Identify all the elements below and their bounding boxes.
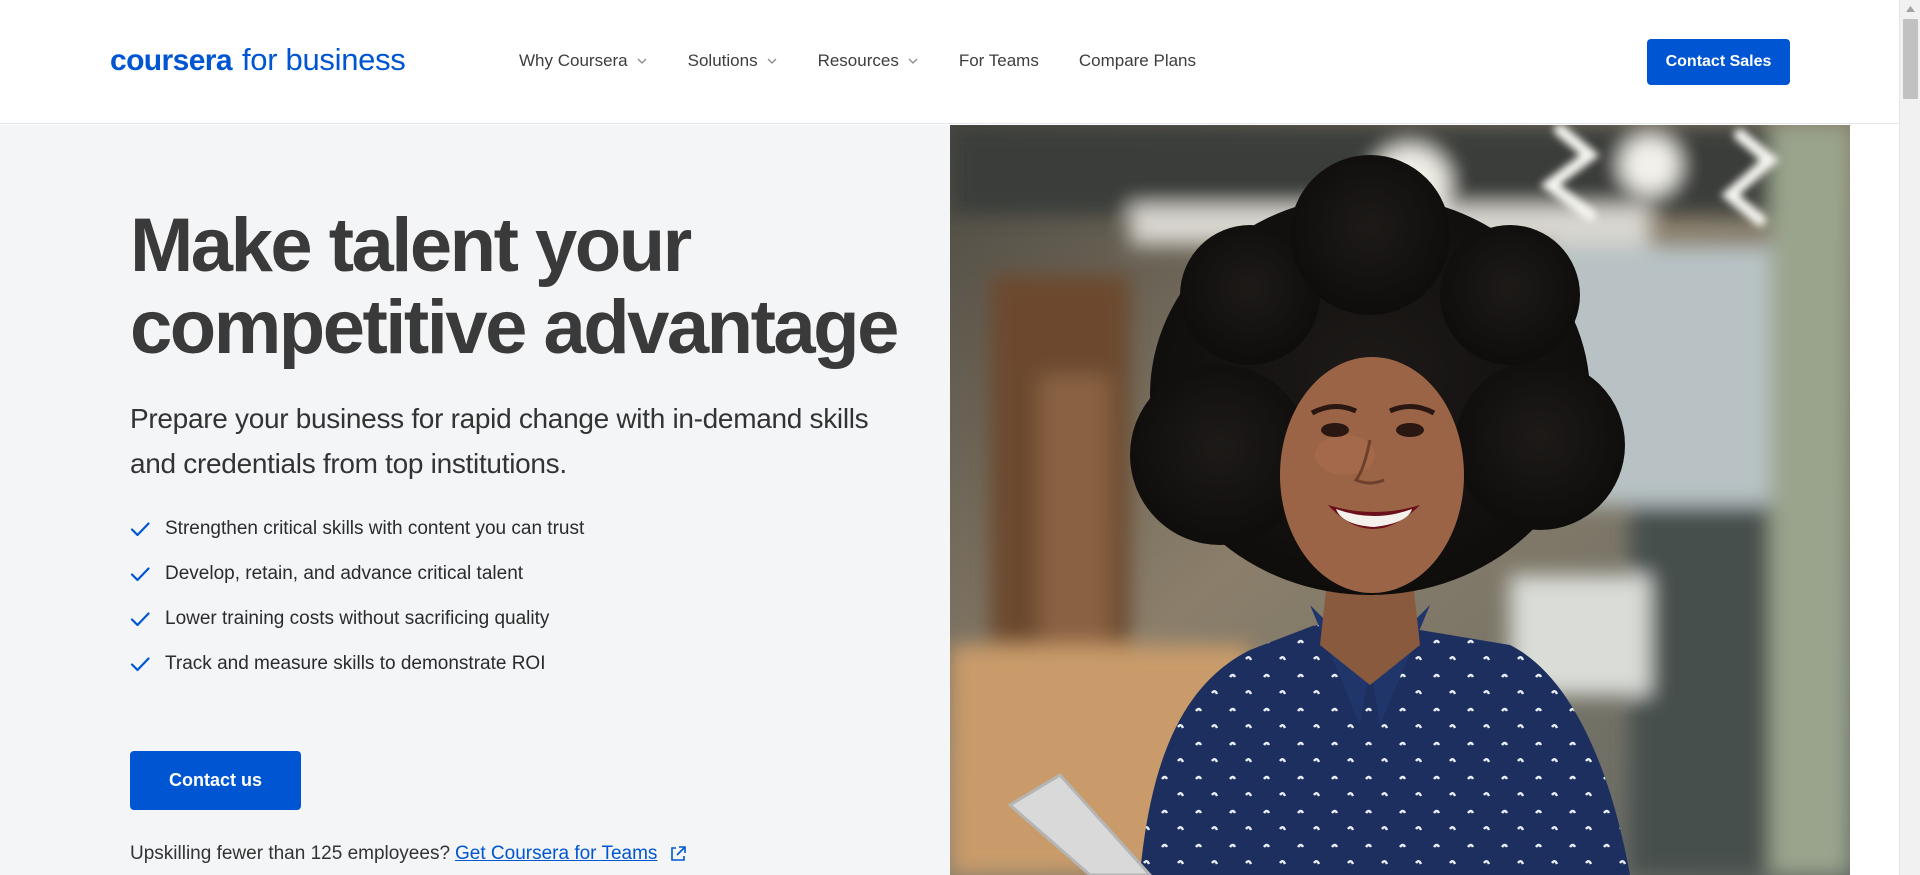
hero-photo-illustration	[950, 125, 1850, 875]
chevron-down-icon	[767, 58, 777, 64]
check-icon	[130, 521, 150, 536]
benefit-text: Track and measure skills to demonstrate …	[165, 652, 546, 674]
contact-sales-button[interactable]: Contact Sales	[1647, 39, 1790, 85]
nav-solutions[interactable]: Solutions	[688, 51, 778, 71]
logo-suffix: for business	[241, 42, 406, 77]
check-icon	[130, 656, 150, 671]
nav-for-teams-label: For Teams	[958, 51, 1039, 70]
scrollbar-thumb[interactable]	[1903, 19, 1918, 99]
benefit-text: Strengthen critical skills with content …	[165, 517, 585, 539]
scroll-up-arrow-icon[interactable]	[1900, 0, 1920, 17]
contact-us-button[interactable]: Contact us	[130, 751, 301, 810]
nav-compare-plans-label: Compare Plans	[1078, 51, 1197, 70]
main-nav: Why Coursera Solutions Resources For Tea…	[519, 51, 1236, 71]
chevron-down-icon	[908, 58, 918, 64]
site-header: coursera for business Why Coursera Solut…	[0, 0, 1899, 124]
nav-compare-plans[interactable]: Compare Plans	[1079, 51, 1196, 71]
nav-for-teams[interactable]: For Teams	[959, 51, 1039, 71]
external-link-icon[interactable]	[669, 845, 687, 863]
chevron-down-icon	[637, 58, 647, 64]
logo-brand: coursera	[110, 44, 233, 77]
teams-prompt-text: Upskilling fewer than 125 employees?	[130, 843, 451, 864]
check-icon	[130, 611, 150, 626]
check-icon	[130, 566, 150, 581]
benefit-text: Lower training costs without sacrificing…	[165, 607, 550, 629]
coursera-for-business-logo[interactable]: coursera for business	[110, 42, 406, 78]
hero-headline: Make talent your competitive advantage	[130, 203, 899, 370]
benefit-item: Track and measure skills to demonstrate …	[130, 641, 584, 686]
benefit-item: Develop, retain, and advance critical ta…	[130, 551, 584, 596]
nav-why-coursera[interactable]: Why Coursera	[519, 51, 648, 71]
teams-prompt: Upskilling fewer than 125 employees? Get…	[130, 843, 687, 865]
coursera-for-teams-link[interactable]: Get Coursera for Teams	[455, 843, 657, 865]
benefit-item: Lower training costs without sacrificing…	[130, 596, 584, 641]
hero-subhead: Prepare your business for rapid change w…	[130, 403, 869, 479]
benefit-text: Develop, retain, and advance critical ta…	[165, 562, 524, 584]
nav-solutions-label: Solutions	[687, 51, 758, 70]
nav-why-coursera-label: Why Coursera	[519, 51, 628, 70]
nav-resources[interactable]: Resources	[818, 51, 919, 71]
page-scrollbar[interactable]	[1899, 0, 1920, 875]
hero-photo	[950, 125, 1850, 875]
nav-resources-label: Resources	[817, 51, 899, 70]
benefit-list: Strengthen critical skills with content …	[130, 506, 584, 686]
benefit-item: Strengthen critical skills with content …	[130, 506, 584, 551]
